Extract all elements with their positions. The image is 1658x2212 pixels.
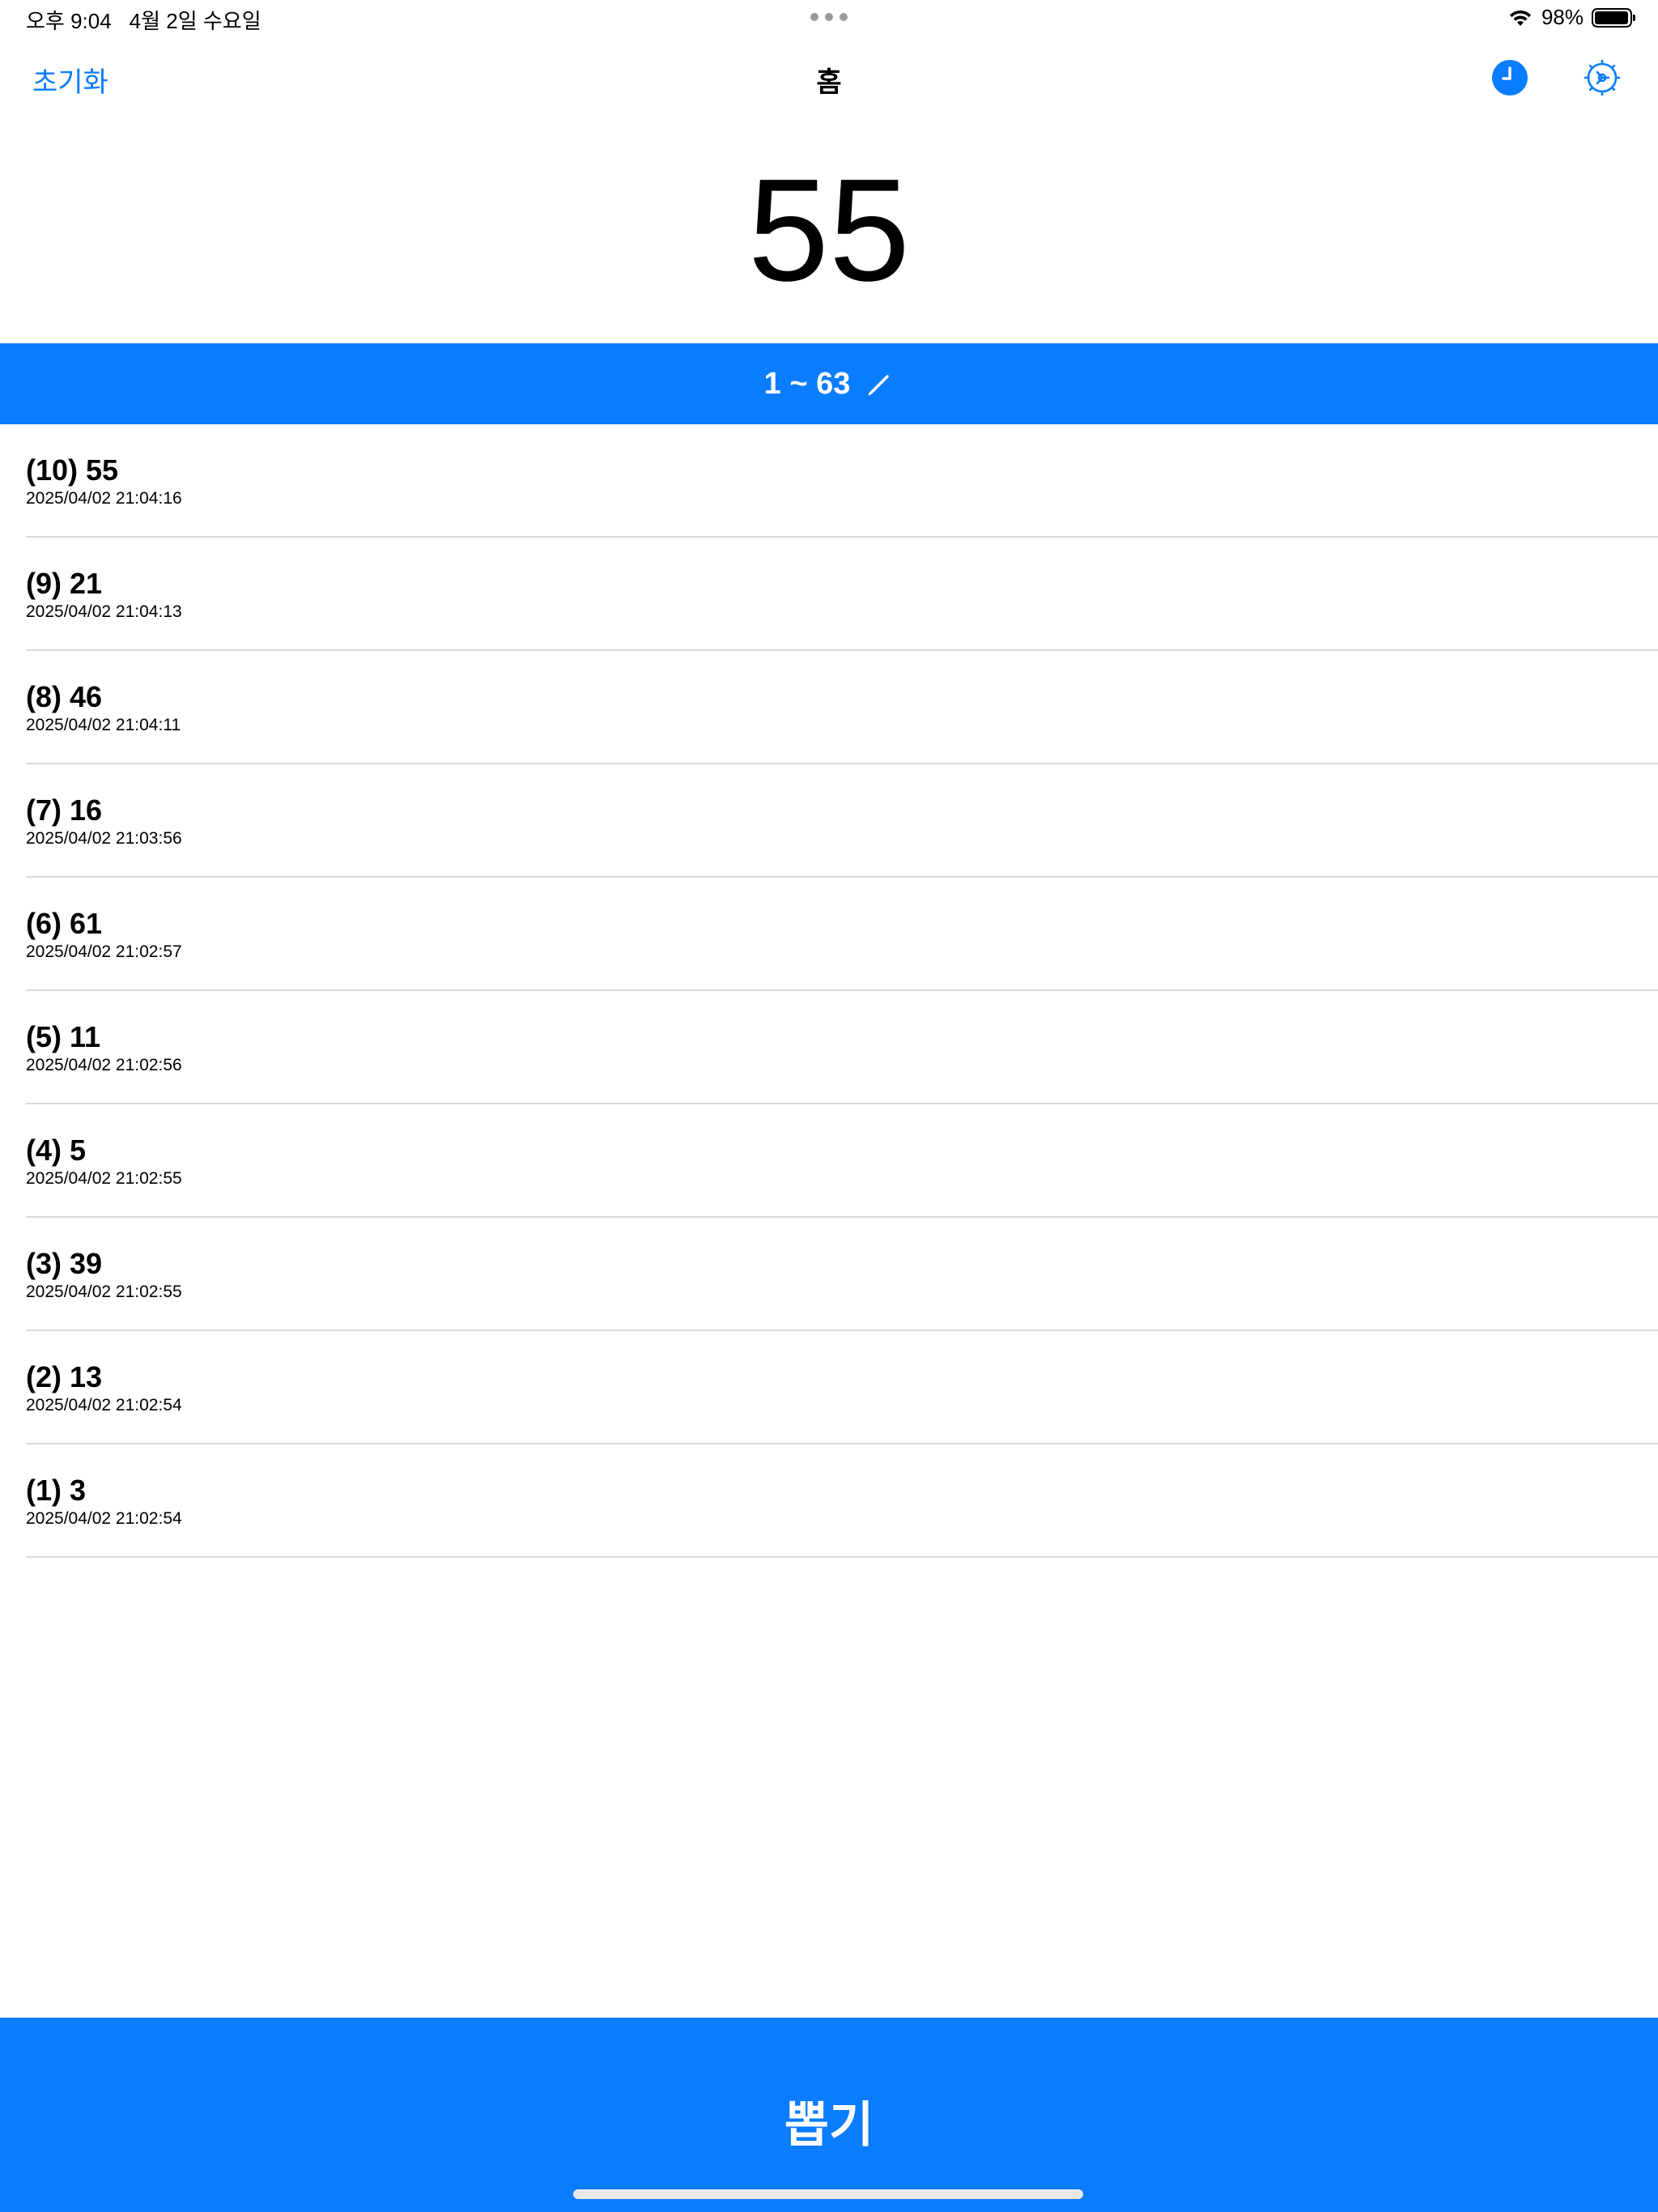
- list-item[interactable]: (8) 46 2025/04/02 21:04:11: [26, 651, 1658, 764]
- history-item-time: 2025/04/02 21:04:13: [26, 602, 182, 621]
- history-item-time: 2025/04/02 21:03:56: [26, 829, 182, 848]
- status-date: 4월 2일 수요일: [129, 9, 261, 33]
- list-item[interactable]: (3) 39 2025/04/02 21:02:55: [26, 1218, 1658, 1331]
- list-item[interactable]: (2) 13 2025/04/02 21:02:54: [26, 1331, 1658, 1444]
- history-item-label: (6) 61: [26, 907, 103, 940]
- history-item-time: 2025/04/02 21:02:55: [26, 1283, 182, 1301]
- history-list: (10) 55 2025/04/02 21:04:16 (9) 21 2025/04/…: [26, 424, 1658, 1558]
- status-right: 98%: [1507, 5, 1635, 30]
- pencil-icon: [869, 375, 890, 396]
- battery-icon: [1592, 7, 1635, 28]
- list-item[interactable]: (4) 5 2025/04/02 21:02:55: [26, 1104, 1658, 1218]
- history-item-label: (9) 21: [26, 567, 103, 600]
- list-item[interactable]: (1) 3 2025/04/02 21:02:54: [26, 1444, 1658, 1558]
- history-item-time: 2025/04/02 21:02:55: [26, 1169, 182, 1188]
- history-item-time: 2025/04/02 21:02:57: [26, 942, 182, 961]
- draw-button[interactable]: 뽑기: [0, 2018, 1658, 2212]
- history-item-label: (5) 11: [26, 1020, 101, 1053]
- multitasking-dots-icon[interactable]: [810, 13, 848, 21]
- list-item[interactable]: (9) 21 2025/04/02 21:04:13: [26, 538, 1658, 651]
- page-title: 홈: [816, 67, 842, 98]
- history-item-label: (4) 5: [26, 1134, 87, 1167]
- app-screen: 오후 9:04 4월 2일 수요일 98% 초기화 홈 55 1 ~ 63 (1…: [0, 0, 1658, 2212]
- home-indicator[interactable]: [573, 2189, 1083, 2199]
- history-item-label: (7) 16: [26, 793, 103, 827]
- history-item-time: 2025/04/02 21:04:16: [26, 489, 182, 508]
- clock-icon: [1492, 60, 1528, 96]
- history-item-label: (2) 13: [26, 1360, 103, 1393]
- list-item[interactable]: (10) 55 2025/04/02 21:04:16: [26, 424, 1658, 538]
- draw-button-label: 뽑기: [784, 2098, 874, 2152]
- list-item[interactable]: (7) 16 2025/04/02 21:03:56: [26, 764, 1658, 878]
- history-item-label: (3) 39: [26, 1247, 103, 1280]
- range-label: 1 ~ 63: [763, 366, 851, 401]
- wifi-icon: [1509, 10, 1531, 26]
- history-item-time: 2025/04/02 21:04:11: [26, 716, 181, 734]
- history-item-time: 2025/04/02 21:02:56: [26, 1056, 182, 1074]
- status-bar: 오후 9:04 4월 2일 수요일 98%: [0, 0, 1658, 39]
- range-edit-button[interactable]: 1 ~ 63: [0, 343, 1658, 424]
- list-item[interactable]: (6) 61 2025/04/02 21:02:57: [26, 878, 1658, 991]
- history-item-label: (1) 3: [26, 1474, 87, 1507]
- gear-icon: [1584, 59, 1621, 96]
- list-item[interactable]: (5) 11 2025/04/02 21:02:56: [26, 991, 1658, 1104]
- nav-bar: 초기화 홈: [0, 49, 1658, 107]
- battery-percent: 98%: [1541, 5, 1584, 29]
- history-button[interactable]: [1492, 60, 1528, 96]
- history-item-time: 2025/04/02 21:02:54: [26, 1396, 182, 1414]
- history-item-time: 2025/04/02 21:02:54: [26, 1509, 182, 1528]
- status-left: 오후 9:04 4월 2일 수요일: [26, 5, 261, 35]
- settings-button[interactable]: [1583, 58, 1622, 97]
- current-result: 55: [747, 149, 911, 312]
- history-item-label: (10) 55: [26, 453, 119, 487]
- status-time: 오후 9:04: [26, 9, 112, 33]
- history-item-label: (8) 46: [26, 680, 103, 713]
